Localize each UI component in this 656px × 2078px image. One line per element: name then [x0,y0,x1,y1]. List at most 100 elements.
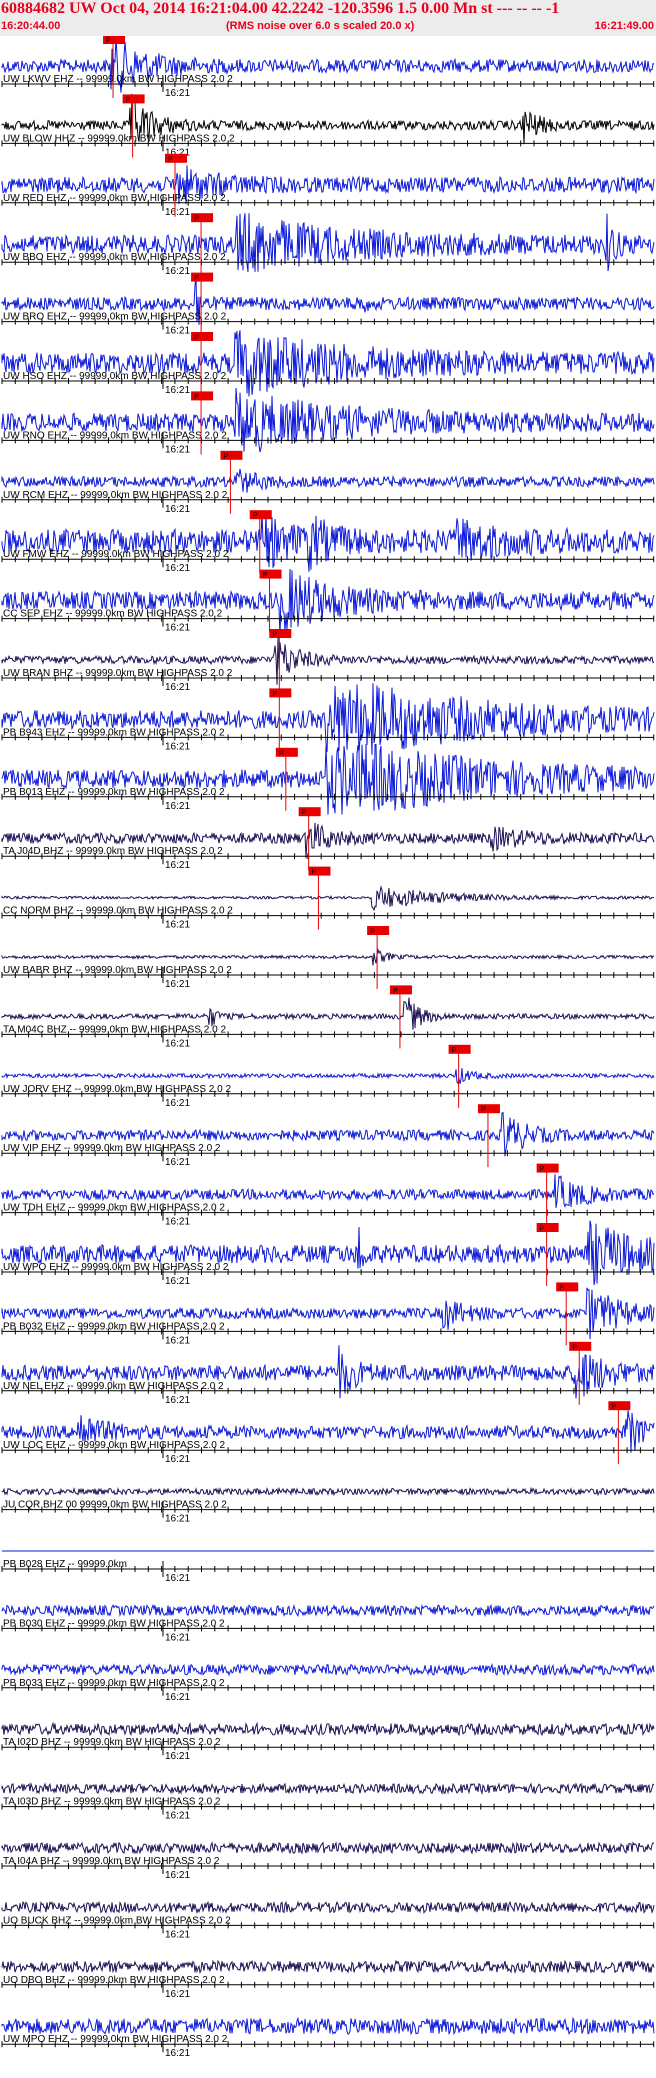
minute-label: 16:21 [165,1335,190,1346]
minute-label: 16:21 [165,1514,190,1525]
trace-row: 16:21 UW NEL EHZ -- 99999.0km BW HIGHPASS… [1,1341,655,1406]
pick-label: P [194,335,199,342]
pick-label: P [393,988,398,995]
minute-label: 16:21 [165,563,190,574]
minute-label: 16:21 [165,920,190,931]
waveform [1,743,655,815]
trace-row: 16:21 UW WPO EHZ -- 99999.0km BW HIGHPASS… [1,1220,655,1287]
minute-label: 16:21 [165,1157,190,1168]
station-label: UW HSO EHZ -- 99999.0km BW HIGHPASS 2.0 … [3,371,227,382]
pick-label: P [272,632,277,639]
pick-label: P [611,1404,616,1411]
trace-row: 16:21 UW BABR BHZ -- 99999.0km BW HIGHPAS… [1,926,655,990]
minute-label: 16:21 [165,266,190,277]
minute-label: 16:21 [165,326,190,337]
station-label: UW RNO EHZ -- 99999.0km BW HIGHPASS 2.0 … [3,430,227,441]
minute-label: 16:21 [165,444,190,455]
minute-label: 16:21 [165,1632,190,1643]
trace-row: 16:21 UW RED EHZ -- 99999.0km BW HIGHPASS… [1,153,655,218]
waveform [1,683,655,755]
station-label: PB B943 EHZ -- 99999.0km BW HIGHPASS 2.0… [3,727,225,738]
trace-row: 16:21 PB B030 EHZ -- 99999.0km BW HIGHPAS… [1,1603,655,1643]
waveform [1,568,655,637]
station-label: TA M04C BHZ -- 99999.0km BW HIGHPASS 2.0… [3,1024,226,1035]
station-label: UW RCM EHZ -- 99999.0km BW HIGHPASS 2.0 … [3,490,228,501]
pick-label: P [572,1344,577,1351]
station-label: UW MPO EHZ -- 99999.0km BW HIGHPASS 2.0 … [3,2034,228,2045]
station-label: UW BABR BHZ -- 99999.0km BW HIGHPASS 2.0… [3,965,232,976]
station-label: PB B013 EHZ -- 99999.0km BW HIGHPASS 2.0… [3,787,225,798]
pick-label: P [194,394,199,401]
end-time: 16:21:49.00 [594,20,654,32]
station-label: TA J04D BHZ -- 99999.0km BW HIGHPASS 2.0… [3,846,223,857]
station-label: TA I02D BHZ -- 99999.0km BW HIGHPASS 2.0… [3,1737,221,1748]
trace-row: 16:21 UW RNO EHZ -- 99999.0km BW HIGHPASS… [1,387,655,455]
trace-row: 16:21 PB B032 EHZ -- 99999.0km BW HIGHPAS… [1,1282,655,1346]
minute-label: 16:21 [165,207,190,218]
waveform [1,1900,655,1915]
trace-row: 16:21 UW BRAN BHZ -- 99999.0km BW HIGHPAS… [1,629,655,693]
waveform [1,2016,655,2036]
trace-row: 16:21 UW BRO EHZ -- 99999.0km BW HIGHPASS… [1,272,655,337]
waveform [1,1959,655,1974]
station-label: TA I03D BHZ -- 99999.0km BW HIGHPASS 2.0… [3,1797,221,1808]
pick-label: P [302,810,307,817]
trace-row: 16:21 UW HSO EHZ -- 99999.0km BW HIGHPASS… [1,330,655,397]
station-label: UW WPO EHZ -- 99999.0km BW HIGHPASS 2.0 … [3,1262,229,1273]
trace-row: 16:21 TA J04D BHZ -- 99999.0km BW HIGHPAS… [1,807,655,871]
record-header: 60884682 UW Oct 04, 2014 16:21:04.00 42.… [0,0,656,36]
trace-row: 16:21 PB B013 EHZ -- 99999.0km BW HIGHPAS… [1,743,655,815]
pick-label: P [126,97,131,104]
minute-label: 16:21 [165,1870,190,1881]
trace-row: 16:21 TA M04C BHZ -- 99999.0km BW HIGHPAS… [1,985,655,1049]
minute-label: 16:21 [165,623,190,634]
minute-label: 16:21 [165,1989,190,2000]
pick-label: P [279,750,284,757]
station-label: PB B032 EHZ -- 99999.0km BW HIGHPASS 2.0… [3,1321,225,1332]
trace-row: 16:21 PB B028 EHZ -- 99999.0km [1,1550,655,1584]
trace-row: 16:21 UW RCM EHZ -- 99999.0km BW HIGHPASS… [1,450,655,515]
waveform [1,1603,655,1618]
station-label: UW BLOW HHZ -- 99999.0km BW HIGHPASS 2.0… [3,133,235,144]
pick-label: P [168,156,173,163]
minute-label: 16:21 [165,504,190,515]
station-label: UO DBO BHZ -- 99999.0km BW HIGHPASS 2.0 … [3,1975,225,1986]
minute-label: 16:21 [165,1098,190,1109]
waveform [1,1841,655,1855]
waveform [1,387,655,453]
station-label: PB B028 EHZ -- 99999.0km [3,1559,127,1570]
pick-label: P [311,869,316,876]
trace-row: 16:21UW BLOW HHZ -- 99999.0km BW HIGHPAS… [1,93,655,158]
pick-label: P [194,275,199,282]
pick-label: P [272,691,277,698]
trace-row: 16:21 UO BUCK BHZ -- 99999.0km BW HIGHPAS… [1,1900,655,1940]
trace-row: 16:21 UW VIP EHZ -- 99999.0km BW HIGHPASS… [1,1104,655,1168]
minute-label: 16:21 [165,2048,190,2059]
station-label: CC NORM BHZ -- 99999.0km BW HIGHPASS 2.0… [3,906,233,917]
seismogram-panel: 16:21 UW LKWV EHZ -- 99999.0km BW HIGHPAS… [1,36,655,2059]
pick-label: P [452,1047,457,1054]
trace-row: 16:21 CC NORM BHZ -- 99999.0km BW HIGHPAS… [1,866,655,931]
station-label: TA I04A BHZ -- 99999.0km BW HIGHPASS 2.0… [3,1856,220,1867]
trace-row: 16:21 UW TDH EHZ -- 99999.0km BW HIGHPASS… [1,1163,655,1228]
station-label: UW BBO EHZ -- 99999.0km BW HIGHPASS 2.0 … [3,252,226,263]
waveform [1,330,655,397]
trace-row: 16:21 JU CQR BHZ 00 99999.0km BW HIGHPASS… [1,1486,655,1525]
minute-label: 16:21 [165,1276,190,1287]
minute-label: 16:21 [165,1811,190,1822]
waveform [1,213,655,273]
minute-label: 16:21 [165,741,190,752]
trace-row: 16:21 UW BBO EHZ -- 99999.0km BW HIGHPASS… [1,213,655,277]
pick-label: P [540,1226,545,1233]
station-label: CC SEP EHZ -- 99999.0km BW HIGHPASS 2.0 … [3,609,223,620]
trace-row: 16:21 TA I04A BHZ -- 99999.0km BW HIGHPAS… [1,1841,655,1881]
trace-row: 16:21 TA I03D BHZ -- 99999.0km BW HIGHPAS… [1,1782,655,1822]
start-time: 16:20:44.00 [1,20,61,32]
station-label: PB B033 EHZ -- 99999.0km BW HIGHPASS 2.0… [3,1678,225,1689]
minute-label: 16:21 [165,860,190,871]
minute-label: 16:21 [165,385,190,396]
waveform [1,947,655,966]
trace-row: 16:21 UW LKWV EHZ -- 99999.0km BW HIGHPAS… [1,36,655,99]
minute-label: 16:21 [165,979,190,990]
waveform [1,1782,655,1796]
